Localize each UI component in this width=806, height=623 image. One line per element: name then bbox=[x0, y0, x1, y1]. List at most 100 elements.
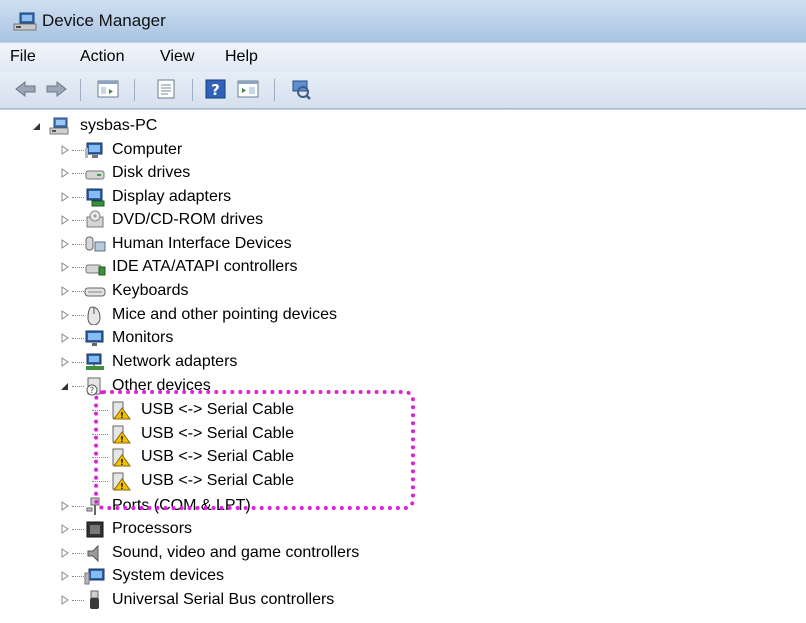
highlight-annotation-box bbox=[94, 390, 415, 510]
menu-view[interactable]: View bbox=[160, 48, 194, 66]
tree-node-category[interactable]: Sound, video and game controllers bbox=[0, 542, 806, 564]
expand-arrow-icon[interactable] bbox=[60, 589, 70, 611]
tree-node-category[interactable]: Mice and other pointing devices bbox=[0, 304, 806, 326]
expand-arrow-icon[interactable] bbox=[60, 565, 70, 587]
properties-icon[interactable] bbox=[154, 78, 178, 100]
expand-arrow-icon[interactable] bbox=[60, 542, 70, 564]
keyboard-icon bbox=[84, 281, 106, 301]
expand-arrow-icon[interactable] bbox=[60, 139, 70, 161]
tree-node-label: DVD/CD-ROM drives bbox=[112, 211, 264, 228]
tree-connector-line bbox=[72, 576, 84, 577]
dvd-drive-icon bbox=[84, 210, 106, 230]
tree-node-category[interactable]: Keyboards bbox=[0, 280, 806, 302]
console-tree-icon[interactable] bbox=[96, 78, 120, 100]
expand-arrow-icon[interactable] bbox=[60, 186, 70, 208]
back-arrow-icon[interactable] bbox=[14, 78, 38, 100]
hid-icon bbox=[84, 234, 106, 254]
computer-icon bbox=[84, 140, 106, 160]
tree-connector-line bbox=[72, 150, 84, 151]
tree-node-label: Mice and other pointing devices bbox=[112, 306, 338, 323]
pc-icon bbox=[48, 116, 70, 136]
tree-connector-line bbox=[72, 244, 84, 245]
tree-connector-line bbox=[72, 529, 84, 530]
menu-help[interactable]: Help bbox=[225, 48, 258, 66]
toolbar-separator bbox=[134, 79, 135, 101]
tree-node-root[interactable]: sysbas-PC bbox=[0, 115, 806, 137]
tree-connector-line bbox=[72, 506, 84, 507]
tree-node-label: Computer bbox=[112, 141, 183, 158]
tree-node-label: Sound, video and game controllers bbox=[112, 544, 360, 561]
toolbar-separator bbox=[80, 79, 81, 101]
tree-node-category[interactable]: Network adapters bbox=[0, 351, 806, 373]
tree-node-category[interactable]: System devices bbox=[0, 565, 806, 587]
expand-arrow-icon[interactable] bbox=[60, 518, 70, 540]
tree-node-category[interactable]: Human Interface Devices bbox=[0, 233, 806, 255]
tree-node-label: Display adapters bbox=[112, 188, 232, 205]
tree-node-category[interactable]: Monitors bbox=[0, 327, 806, 349]
tree-node-category[interactable]: Disk drives bbox=[0, 162, 806, 184]
expand-arrow-icon[interactable] bbox=[60, 280, 70, 302]
tree-node-category[interactable]: Processors bbox=[0, 518, 806, 540]
expand-arrow-icon[interactable] bbox=[60, 495, 70, 517]
tree-connector-line bbox=[72, 386, 84, 387]
tree-connector-line bbox=[72, 220, 84, 221]
tree-node-label: Processors bbox=[112, 520, 193, 537]
tree-node-label: Network adapters bbox=[112, 353, 238, 370]
expand-arrow-icon[interactable] bbox=[60, 256, 70, 278]
help-icon[interactable]: ? bbox=[204, 78, 228, 100]
device-manager-icon bbox=[13, 12, 37, 31]
tree-node-label: Monitors bbox=[112, 329, 174, 346]
network-adapter-icon bbox=[84, 352, 106, 372]
svg-text:?: ? bbox=[211, 81, 220, 99]
tree-connector-line bbox=[72, 291, 84, 292]
expand-arrow-icon[interactable] bbox=[60, 209, 70, 231]
system-device-icon bbox=[84, 566, 106, 586]
tree-connector-line bbox=[72, 338, 84, 339]
scan-hardware-icon[interactable] bbox=[288, 78, 312, 100]
tree-node-label: Human Interface Devices bbox=[112, 235, 292, 252]
tree-node-label: Disk drives bbox=[112, 164, 191, 181]
expand-arrow-icon[interactable] bbox=[60, 304, 70, 326]
tree-node-label: IDE ATA/ATAPI controllers bbox=[112, 258, 298, 275]
forward-arrow-icon[interactable] bbox=[44, 78, 68, 100]
tree-connector-line bbox=[72, 600, 84, 601]
tree-node-label: sysbas-PC bbox=[80, 117, 158, 134]
processor-icon bbox=[84, 519, 106, 539]
tree-node-category[interactable]: Universal Serial Bus controllers bbox=[0, 589, 806, 611]
tree-node-label: Universal Serial Bus controllers bbox=[112, 591, 335, 608]
window-title: Device Manager bbox=[42, 11, 166, 30]
tree-node-category[interactable]: Display adapters bbox=[0, 186, 806, 208]
tree-connector-line bbox=[72, 267, 84, 268]
tree-connector-line bbox=[72, 173, 84, 174]
menu-bar: File Action View Help bbox=[0, 42, 806, 73]
collapse-arrow-icon[interactable] bbox=[60, 375, 70, 397]
device-tree: sysbas-PC Computer Disk drives Display adap… bbox=[0, 109, 806, 623]
tree-connector-line bbox=[72, 553, 84, 554]
tree-node-category[interactable]: Computer bbox=[0, 139, 806, 161]
tree-node-label: System devices bbox=[112, 567, 225, 584]
tree-node-category[interactable]: DVD/CD-ROM drives bbox=[0, 209, 806, 231]
disk-drive-icon bbox=[84, 163, 106, 183]
tree-connector-line bbox=[72, 197, 84, 198]
expand-arrow-icon[interactable] bbox=[60, 327, 70, 349]
expand-arrow-icon[interactable] bbox=[60, 233, 70, 255]
menu-file[interactable]: File bbox=[10, 48, 36, 66]
tree-node-category[interactable]: IDE ATA/ATAPI controllers bbox=[0, 256, 806, 278]
action-pane-icon[interactable] bbox=[236, 78, 260, 100]
display-adapter-icon bbox=[84, 187, 106, 207]
device-manager-window: Device Manager File Action View Help ? s… bbox=[0, 0, 806, 623]
mouse-icon bbox=[84, 305, 106, 326]
toolbar: ? bbox=[0, 72, 806, 109]
monitor-icon bbox=[84, 328, 106, 348]
collapse-arrow-icon[interactable] bbox=[32, 115, 42, 137]
toolbar-separator bbox=[274, 79, 275, 101]
speaker-icon bbox=[84, 543, 106, 563]
tree-connector-line bbox=[72, 362, 84, 363]
expand-arrow-icon[interactable] bbox=[60, 162, 70, 184]
expand-arrow-icon[interactable] bbox=[60, 351, 70, 373]
svg-text:?: ? bbox=[90, 386, 94, 395]
menu-action[interactable]: Action bbox=[80, 48, 124, 66]
usb-icon bbox=[84, 590, 106, 610]
toolbar-separator bbox=[192, 79, 193, 101]
title-bar[interactable]: Device Manager bbox=[0, 0, 806, 42]
